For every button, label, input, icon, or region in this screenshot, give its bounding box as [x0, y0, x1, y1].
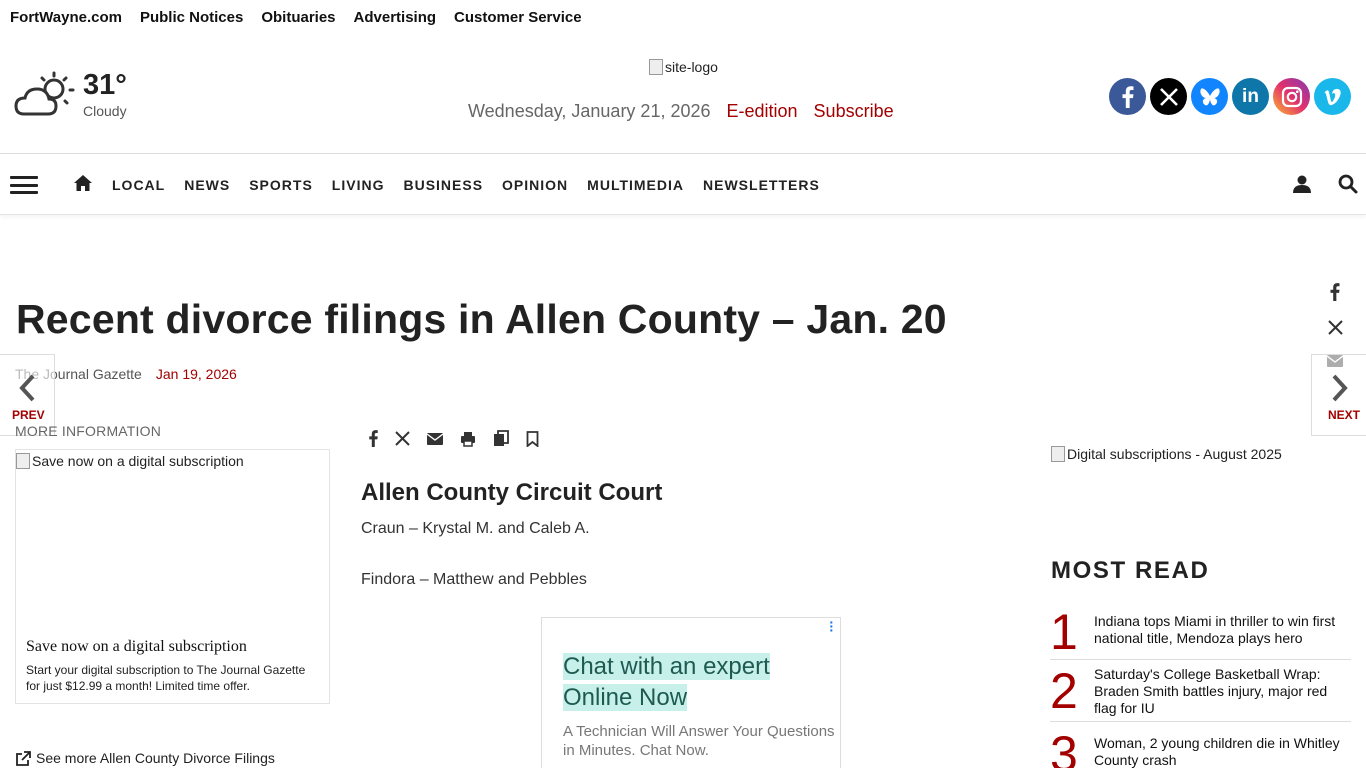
subscription-card[interactable]: Save now on a digital subscription Save …: [15, 449, 330, 704]
next-label: NEXT: [1328, 408, 1361, 422]
tool-email-icon[interactable]: [427, 432, 443, 445]
broken-image-icon: [16, 453, 30, 469]
subscription-image: Save now on a digital subscription: [16, 453, 244, 469]
advertisement[interactable]: · · · Chat with an expert Online Now A Tec…: [541, 615, 841, 768]
digital-subscriptions-promo[interactable]: Digital subscriptions - August 2025: [1051, 446, 1282, 462]
external-link-icon: [16, 750, 31, 766]
most-read-title[interactable]: Saturday's College Basketball Wrap: Brad…: [1094, 666, 1351, 717]
next-article-button[interactable]: NEXT: [1311, 354, 1366, 436]
subscription-card-desc: Start your digital subscription to The J…: [26, 663, 306, 693]
nav-newsletters[interactable]: NEWSLETTERS: [703, 177, 820, 193]
home-icon[interactable]: [73, 174, 93, 195]
nav-news[interactable]: NEWS: [184, 177, 230, 193]
see-more-text: See more Allen County Divorce Filings: [36, 750, 275, 766]
top-link-fortwayne[interactable]: FortWayne.com: [10, 9, 122, 26]
ad-subtext: A Technician Will Answer Your Questions …: [563, 723, 835, 759]
prev-label: PREV: [12, 408, 45, 422]
bluesky-icon[interactable]: [1191, 78, 1228, 115]
ad-headline-line2: Online Now: [563, 684, 688, 711]
most-read-item[interactable]: 1 Indiana tops Miami in thriller to win …: [1050, 604, 1351, 660]
tool-print-icon[interactable]: [460, 431, 476, 447]
most-read-rank: 2: [1050, 663, 1078, 719]
filing-paragraph: Findora – Matthew and Pebbles: [361, 571, 587, 588]
eedition-link[interactable]: E-edition: [727, 101, 798, 122]
share-x-icon[interactable]: [1327, 320, 1343, 340]
top-link-public-notices[interactable]: Public Notices: [140, 9, 243, 26]
most-read-item[interactable]: 3 Woman, 2 young children die in Whitley…: [1050, 729, 1351, 768]
tool-x-icon[interactable]: [395, 431, 410, 446]
top-link-advertising[interactable]: Advertising: [354, 9, 437, 26]
user-account-icon[interactable]: [1292, 174, 1312, 199]
most-read-rank: 3: [1050, 726, 1078, 768]
nav-living[interactable]: LIVING: [332, 177, 385, 193]
divider: [1050, 659, 1351, 660]
article-date: Jan 19, 2026: [155, 366, 237, 382]
main-nav: LOCAL NEWS SPORTS LIVING BUSINESS OPINIO…: [0, 153, 1366, 215]
tool-copy-icon[interactable]: [493, 430, 509, 447]
top-links: FortWayne.com Public Notices Obituaries …: [10, 9, 582, 26]
ad-headline: Chat with an expert Online Now: [563, 651, 770, 713]
x-twitter-icon[interactable]: [1150, 78, 1187, 115]
filing-paragraph: Craun – Krystal M. and Caleb A.: [361, 520, 590, 537]
most-read-item[interactable]: 2 Saturday's College Basketball Wrap: Br…: [1050, 666, 1351, 718]
current-date: Wednesday, January 21, 2026: [468, 101, 711, 121]
search-icon[interactable]: [1338, 174, 1358, 199]
more-information-label: MORE INFORMATION: [15, 423, 162, 439]
partly-cloudy-icon: [14, 71, 75, 116]
tool-bookmark-icon[interactable]: [526, 430, 539, 447]
social-links: in: [1109, 78, 1351, 115]
weather-condition: Cloudy: [83, 103, 127, 119]
dateline: Wednesday, January 21, 2026 E-edition Su…: [468, 101, 894, 122]
hamburger-menu-icon[interactable]: [10, 176, 38, 194]
article-tools: [369, 430, 539, 447]
ad-options-icon[interactable]: · · ·: [829, 615, 834, 637]
most-read-title[interactable]: Indiana tops Miami in thriller to win fi…: [1094, 613, 1351, 647]
nav-multimedia[interactable]: MULTIMEDIA: [587, 177, 684, 193]
most-read-rank: 1: [1050, 604, 1078, 660]
top-link-customer-service[interactable]: Customer Service: [454, 9, 582, 26]
divider: [1050, 721, 1351, 722]
linkedin-icon[interactable]: in: [1232, 78, 1269, 115]
broken-image-icon: [1051, 446, 1065, 462]
see-more-link[interactable]: See more Allen County Divorce Filings: [16, 750, 275, 766]
facebook-icon[interactable]: [1109, 78, 1146, 115]
subscription-card-title[interactable]: Save now on a digital subscription: [26, 638, 247, 656]
court-heading: Allen County Circuit Court: [361, 479, 663, 506]
nav-local[interactable]: LOCAL: [112, 177, 165, 193]
chevron-right-icon: [1332, 374, 1348, 402]
nav-sports[interactable]: SPORTS: [249, 177, 313, 193]
article-headline: Recent divorce filings in Allen County –…: [16, 296, 947, 342]
subscribe-link[interactable]: Subscribe: [814, 101, 894, 122]
site-logo[interactable]: site-logo: [649, 59, 718, 75]
tool-facebook-icon[interactable]: [369, 430, 378, 447]
nav-business[interactable]: BUSINESS: [403, 177, 483, 193]
top-link-obituaries[interactable]: Obituaries: [261, 9, 335, 26]
most-read-heading: MOST READ: [1051, 557, 1210, 584]
weather-temp: 31°: [83, 69, 127, 101]
site-logo-alt: site-logo: [665, 59, 718, 75]
subscription-image-alt: Save now on a digital subscription: [32, 453, 244, 469]
broken-image-icon: [649, 59, 663, 75]
weather-widget[interactable]: 31° Cloudy: [14, 70, 127, 120]
promo-image-alt: Digital subscriptions - August 2025: [1067, 446, 1282, 462]
share-facebook-icon[interactable]: [1330, 283, 1340, 306]
ad-headline-line1: Chat with an expert: [563, 653, 770, 680]
most-read-title[interactable]: Woman, 2 young children die in Whitley C…: [1094, 735, 1351, 768]
nav-opinion[interactable]: OPINION: [502, 177, 568, 193]
vimeo-icon[interactable]: [1314, 78, 1351, 115]
instagram-icon[interactable]: [1273, 78, 1310, 115]
chevron-left-icon: [19, 374, 35, 402]
